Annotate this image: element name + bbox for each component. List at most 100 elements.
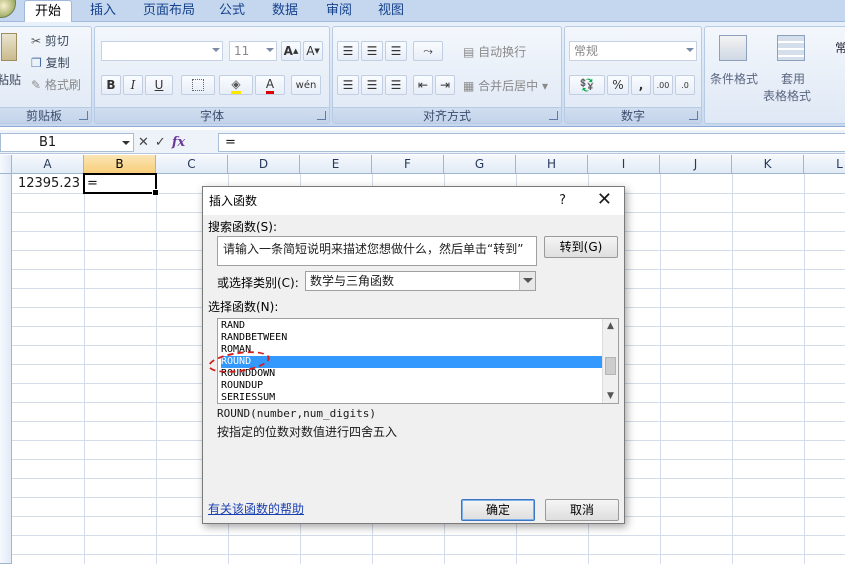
border-button[interactable] (181, 75, 215, 95)
scroll-thumb[interactable] (605, 357, 616, 375)
list-item-roman[interactable]: ROMAN (221, 344, 603, 356)
row-header-strip[interactable] (0, 174, 12, 564)
list-item-rounddown[interactable]: ROUNDDOWN (221, 368, 603, 380)
decrease-indent-button[interactable]: ⇤ (413, 75, 433, 95)
phonetic-button[interactable]: wén (291, 75, 321, 95)
grid-line (84, 174, 85, 564)
cut-button[interactable]: ✂ 剪切 (31, 32, 69, 49)
tab-formulas[interactable]: 公式 (209, 0, 255, 22)
category-select[interactable]: 数学与三角函数 (305, 271, 536, 291)
number-format-combo[interactable]: 常规 (569, 41, 697, 61)
list-item-randbetween[interactable]: RANDBETWEEN (221, 332, 603, 344)
search-function-input[interactable]: 请输入一条简短说明来描述您想做什么，然后单击“转到” (217, 236, 537, 266)
table-format-label-2[interactable]: 表格格式 (763, 87, 811, 104)
font-color-button[interactable]: A (255, 75, 285, 95)
tab-view[interactable]: 视图 (368, 0, 414, 22)
ribbon: 粘贴 ✂ 剪切 ❐ 复制 ✎ 格式刷 剪贴板 11 A ▲ A ▼ B I U ◈ … (0, 22, 845, 127)
tab-home[interactable]: 开始 (24, 0, 73, 23)
orientation-button[interactable]: ⤳ (413, 41, 443, 61)
function-list-scrollbar[interactable]: ▲ ▼ (602, 319, 618, 403)
bold-button[interactable]: B (101, 75, 121, 95)
column-header-d[interactable]: D (228, 155, 300, 174)
cell-styles-button[interactable]: 常 (835, 39, 845, 56)
clipboard-group-label: 剪贴板 (0, 107, 91, 123)
increase-decimal-button[interactable]: .00 (653, 75, 673, 95)
tab-insert[interactable]: 插入 (80, 0, 126, 22)
conditional-format-icon[interactable] (719, 35, 747, 61)
paste-button-label[interactable]: 粘贴 (0, 71, 21, 88)
column-header-f[interactable]: F (372, 155, 444, 174)
column-header-b[interactable]: B (84, 155, 156, 174)
clipboard-launcher-icon[interactable] (79, 111, 88, 120)
align-right-button[interactable]: ☰ (385, 75, 407, 95)
alignment-launcher-icon[interactable] (549, 111, 558, 120)
align-bottom-button[interactable]: ☰ (385, 41, 407, 61)
conditional-format-button[interactable]: 条件格式 (710, 70, 758, 87)
close-icon[interactable]: ✕ (597, 187, 612, 215)
decrease-decimal-button[interactable]: .0 (675, 75, 695, 95)
format-painter-button[interactable]: ✎ 格式刷 (31, 76, 81, 93)
go-button[interactable]: 转到(G) (544, 236, 618, 258)
insert-function-icon[interactable]: fx (172, 135, 185, 150)
italic-button[interactable]: I (123, 75, 143, 95)
formula-input[interactable]: = (218, 133, 845, 152)
list-item-seriessum[interactable]: SERIESSUM (221, 392, 603, 403)
wrap-text-button[interactable]: ▤ 自动换行 (463, 43, 526, 60)
column-header-h[interactable]: H (516, 155, 588, 174)
help-button[interactable]: ? (559, 187, 566, 215)
percent-button[interactable]: % (607, 75, 629, 95)
scroll-up-icon[interactable]: ▲ (603, 319, 618, 333)
list-item-round-selected[interactable]: ROUND (221, 356, 603, 368)
tab-data[interactable]: 数据 (262, 0, 308, 22)
name-box[interactable]: B1 (0, 133, 134, 152)
shrink-font-button[interactable]: A ▼ (303, 41, 323, 61)
column-header-j[interactable]: J (660, 155, 732, 174)
chevron-down-icon[interactable] (122, 141, 130, 145)
cancel-entry-icon[interactable]: ✕ (138, 135, 149, 150)
fill-color-button[interactable]: ◈ (219, 75, 253, 95)
column-header-c[interactable]: C (156, 155, 228, 174)
confirm-entry-icon[interactable]: ✓ (155, 135, 166, 150)
font-size-combo[interactable]: 11 (229, 41, 277, 61)
paste-icon[interactable] (1, 33, 17, 61)
table-format-icon[interactable] (777, 35, 805, 61)
column-header-l[interactable]: L (804, 155, 845, 174)
list-item-rand[interactable]: RAND (221, 320, 603, 332)
ok-button[interactable]: 确定 (461, 499, 535, 521)
column-header-i[interactable]: I (588, 155, 660, 174)
table-format-label-1[interactable]: 套用 (781, 70, 805, 87)
comma-button[interactable]: , (631, 75, 651, 95)
font-launcher-icon[interactable] (317, 111, 326, 120)
number-launcher-icon[interactable] (689, 111, 698, 120)
scroll-down-icon[interactable]: ▼ (603, 389, 618, 403)
grow-font-button[interactable]: A ▲ (281, 41, 301, 61)
office-button[interactable] (0, 0, 16, 18)
cell-a1[interactable]: 12395.23 (12, 174, 84, 193)
underline-button[interactable]: U (145, 75, 173, 95)
align-middle-button[interactable]: ☰ (361, 41, 383, 61)
align-top-button[interactable]: ☰ (337, 41, 359, 61)
copy-button[interactable]: ❐ 复制 (31, 54, 70, 71)
column-header-k[interactable]: K (732, 155, 804, 174)
select-all-corner[interactable] (0, 155, 12, 174)
align-center-button[interactable]: ☰ (361, 75, 383, 95)
styles-group: 条件格式 套用 表格格式 常 (704, 26, 845, 124)
merge-center-button[interactable]: ▦ 合并后居中 ▾ (463, 77, 548, 94)
column-header-e[interactable]: E (300, 155, 372, 174)
align-left-button[interactable]: ☰ (337, 75, 359, 95)
function-help-link[interactable]: 有关该函数的帮助 (208, 500, 304, 517)
column-header-a[interactable]: A (12, 155, 84, 174)
cell-b1-active[interactable]: = (83, 173, 159, 196)
chevron-down-icon[interactable] (519, 272, 535, 290)
column-header-g[interactable]: G (444, 155, 516, 174)
cancel-button[interactable]: 取消 (545, 499, 619, 521)
font-name-combo[interactable] (101, 41, 223, 61)
grid-line (12, 554, 845, 555)
merge-center-label: 合并后居中 (478, 79, 539, 93)
align-center-icon: ☰ (366, 78, 378, 92)
accounting-format-button[interactable]: 💱 (569, 75, 605, 95)
tab-page-layout[interactable]: 页面布局 (133, 0, 205, 22)
tab-review[interactable]: 审阅 (316, 0, 362, 22)
list-item-roundup[interactable]: ROUNDUP (221, 380, 603, 392)
increase-indent-button[interactable]: ⇥ (435, 75, 455, 95)
